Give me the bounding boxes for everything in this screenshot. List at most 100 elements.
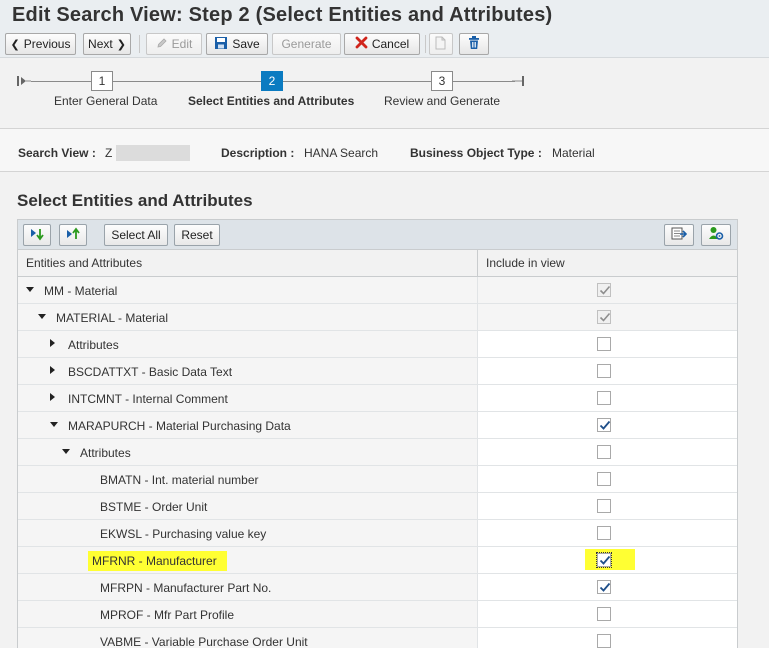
- column-header-entities[interactable]: Entities and Attributes: [18, 250, 478, 277]
- table-row[interactable]: MATERIAL - Material: [18, 304, 737, 331]
- include-checkbox[interactable]: [597, 445, 611, 459]
- table-row[interactable]: MM - Material: [18, 277, 737, 304]
- roadmap-connector: [283, 81, 431, 82]
- table-row[interactable]: INTCMNT - Internal Comment: [18, 385, 737, 412]
- include-checkbox[interactable]: [597, 526, 611, 540]
- table-row[interactable]: MFRNR - Manufacturer: [18, 547, 737, 574]
- entity-label: MM - Material: [44, 284, 118, 298]
- entity-label: VABME - Variable Purchase Order Unit: [100, 635, 308, 648]
- entity-cell: MFRNR - Manufacturer: [18, 547, 478, 573]
- collapse-up-icon: [65, 227, 81, 244]
- roadmap-step-2[interactable]: 2: [261, 71, 283, 91]
- generate-button[interactable]: Generate: [272, 33, 341, 55]
- include-checkbox[interactable]: [597, 499, 611, 513]
- entity-cell: Attributes: [18, 331, 478, 357]
- next-button[interactable]: Next ❯: [83, 33, 131, 55]
- include-checkbox[interactable]: [596, 552, 612, 568]
- collapse-triangle-icon[interactable]: [62, 449, 70, 454]
- entity-cell: INTCMNT - Internal Comment: [18, 385, 478, 411]
- delete-button[interactable]: [459, 33, 489, 55]
- entity-label: INTCMNT - Internal Comment: [68, 392, 228, 406]
- include-checkbox[interactable]: [597, 283, 611, 297]
- roadmap-step-2-label[interactable]: Select Entities and Attributes: [188, 94, 354, 108]
- roadmap-step-3[interactable]: 3: [431, 71, 453, 91]
- include-cell: [478, 547, 737, 573]
- toolbar-separator: [139, 35, 140, 53]
- include-checkbox[interactable]: [597, 364, 611, 378]
- previous-button[interactable]: ❮ Previous: [5, 33, 76, 55]
- include-cell: [478, 331, 737, 357]
- include-checkbox[interactable]: [597, 580, 611, 594]
- cancel-button[interactable]: Cancel: [344, 33, 420, 55]
- table-row[interactable]: BSCDATTXT - Basic Data Text: [18, 358, 737, 385]
- table-row[interactable]: VABME - Variable Purchase Order Unit: [18, 628, 737, 648]
- copy-icon: [435, 36, 447, 53]
- title-bar: Edit Search View: Step 2 (Select Entitie…: [0, 0, 769, 30]
- entity-label: MFRPN - Manufacturer Part No.: [100, 581, 272, 595]
- copy-button[interactable]: [429, 33, 453, 55]
- include-checkbox[interactable]: [597, 310, 611, 324]
- entity-cell: MM - Material: [18, 277, 478, 303]
- expand-triangle-icon[interactable]: [50, 366, 55, 374]
- collapse-all-button[interactable]: [59, 224, 87, 246]
- entity-label: MATERIAL - Material: [56, 311, 169, 325]
- entity-cell: VABME - Variable Purchase Order Unit: [18, 628, 478, 648]
- include-cell: [478, 466, 737, 492]
- expand-triangle-icon[interactable]: [50, 339, 55, 347]
- table-row[interactable]: BSTME - Order Unit: [18, 493, 737, 520]
- export-icon: [671, 226, 688, 244]
- user-settings-icon: [708, 226, 724, 244]
- reset-button[interactable]: Reset: [174, 224, 220, 246]
- include-cell: [478, 385, 737, 411]
- expand-triangle-icon[interactable]: [50, 393, 55, 401]
- include-checkbox[interactable]: [597, 418, 611, 432]
- bo-type-label: Business Object Type :: [410, 146, 542, 160]
- entity-label: MARAPURCH - Material Purchasing Data: [68, 419, 291, 433]
- export-button[interactable]: [664, 224, 694, 246]
- expand-all-button[interactable]: [23, 224, 51, 246]
- entity-label: MFRNR - Manufacturer: [88, 551, 227, 571]
- include-cell: [478, 439, 737, 465]
- table-row[interactable]: Attributes: [18, 331, 737, 358]
- column-header-include[interactable]: Include in view: [478, 250, 737, 277]
- table-row[interactable]: EKWSL - Purchasing value key: [18, 520, 737, 547]
- roadmap-step-3-label[interactable]: Review and Generate: [384, 94, 500, 108]
- table-row[interactable]: BMATN - Int. material number: [18, 466, 737, 493]
- roadmap-step-1-label[interactable]: Enter General Data: [54, 94, 157, 108]
- table-row[interactable]: MPROF - Mfr Part Profile: [18, 601, 737, 628]
- table-row[interactable]: MARAPURCH - Material Purchasing Data: [18, 412, 737, 439]
- search-view-header: Search View : Z Description : HANA Searc…: [0, 128, 769, 172]
- include-cell: [478, 304, 737, 330]
- select-all-button[interactable]: Select All: [104, 224, 168, 246]
- collapse-triangle-icon[interactable]: [26, 287, 34, 292]
- table-toolbar: Select All Reset: [18, 220, 737, 250]
- table-row[interactable]: Attributes: [18, 439, 737, 466]
- roadmap-connector: [453, 81, 515, 82]
- save-button[interactable]: Save: [206, 33, 268, 55]
- include-checkbox[interactable]: [597, 337, 611, 351]
- entity-label: BSCDATTXT - Basic Data Text: [68, 365, 233, 379]
- roadmap-step-1[interactable]: 1: [91, 71, 113, 91]
- table-row[interactable]: MFRPN - Manufacturer Part No.: [18, 574, 737, 601]
- collapse-triangle-icon[interactable]: [50, 422, 58, 427]
- search-view-value: Z: [105, 146, 113, 160]
- save-icon: [214, 36, 228, 53]
- include-cell: [478, 628, 737, 648]
- entity-cell: EKWSL - Purchasing value key: [18, 520, 478, 546]
- settings-button[interactable]: [701, 224, 731, 246]
- entity-cell: BSCDATTXT - Basic Data Text: [18, 358, 478, 384]
- include-checkbox[interactable]: [597, 607, 611, 621]
- entity-label: MPROF - Mfr Part Profile: [100, 608, 235, 622]
- main-toolbar: ❮ Previous Next ❯ Edit Save Generate Can…: [0, 30, 769, 58]
- chevron-left-icon: ❮: [10, 38, 20, 51]
- collapse-triangle-icon[interactable]: [38, 314, 46, 319]
- include-checkbox[interactable]: [597, 634, 611, 648]
- chevron-right-icon: ❯: [116, 38, 126, 51]
- edit-button[interactable]: Edit: [146, 33, 202, 55]
- include-checkbox[interactable]: [597, 472, 611, 486]
- roadmap-end-icon: [512, 76, 524, 86]
- entity-label: BMATN - Int. material number: [100, 473, 259, 487]
- bo-type-value: Material: [552, 146, 595, 160]
- roadmap-connector: [31, 81, 91, 82]
- include-checkbox[interactable]: [597, 391, 611, 405]
